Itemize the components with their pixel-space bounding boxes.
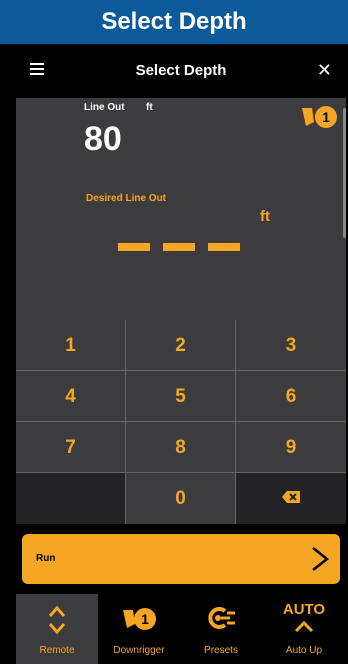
desired-line-out-label: Desired Line Out bbox=[86, 193, 167, 204]
tab-auto-up[interactable]: AUTO Auto Up bbox=[262, 594, 346, 664]
desired-line-out-unit: ft bbox=[260, 208, 270, 225]
up-down-chevron-icon bbox=[48, 605, 66, 635]
key-9[interactable]: 9 bbox=[236, 422, 346, 473]
bottom-tab-bar: Remote 1 Downrigger Presets AUTO Auto Up bbox=[16, 594, 346, 664]
key-5[interactable]: 5 bbox=[126, 371, 236, 422]
desired-digit-placeholder bbox=[118, 243, 150, 251]
numeric-keypad: 1 2 3 4 5 6 7 8 9 0 bbox=[16, 320, 346, 524]
key-8[interactable]: 8 bbox=[126, 422, 236, 473]
page-banner-title: Select Depth bbox=[0, 0, 348, 44]
nav-bar: Select Depth ✕ bbox=[16, 44, 346, 98]
downrigger-1-icon: 1 bbox=[123, 608, 156, 630]
close-icon[interactable]: ✕ bbox=[317, 58, 332, 82]
line-out-value: 80 bbox=[84, 120, 122, 158]
presets-icon bbox=[208, 607, 235, 629]
desired-digit-placeholder bbox=[208, 243, 240, 251]
run-label: Run bbox=[36, 553, 56, 564]
tab-label-presets: Presets bbox=[204, 645, 238, 656]
downrigger-badge-number: 1 bbox=[322, 109, 330, 125]
tab-downrigger-badge: 1 bbox=[141, 611, 149, 627]
key-0[interactable]: 0 bbox=[126, 473, 236, 524]
key-4[interactable]: 4 bbox=[16, 371, 126, 422]
bottom-area: Run Remote 1 Downrigger Presets AUTO Aut… bbox=[16, 524, 346, 664]
nav-title: Select Depth bbox=[135, 62, 227, 79]
tab-label-remote: Remote bbox=[39, 645, 75, 656]
backspace-button[interactable] bbox=[236, 473, 346, 524]
downrigger-1-icon: 1 bbox=[302, 106, 337, 128]
key-2[interactable]: 2 bbox=[126, 320, 236, 371]
key-blank bbox=[16, 473, 126, 524]
tab-remote[interactable]: Remote bbox=[16, 594, 98, 664]
line-out-label: Line Out bbox=[84, 102, 125, 113]
key-1[interactable]: 1 bbox=[16, 320, 126, 371]
auto-up-icon: AUTO bbox=[283, 601, 326, 633]
run-button[interactable]: Run bbox=[22, 534, 340, 584]
key-6[interactable]: 6 bbox=[236, 371, 346, 422]
tab-label-downrigger: Downrigger bbox=[113, 645, 165, 656]
auto-up-icon-text: AUTO bbox=[283, 601, 326, 618]
line-out-unit: ft bbox=[146, 102, 153, 113]
tab-presets[interactable]: Presets bbox=[180, 594, 262, 664]
backspace-icon bbox=[282, 491, 300, 504]
scroll-indicator[interactable] bbox=[343, 108, 346, 238]
desired-digit-placeholder bbox=[163, 243, 195, 251]
tab-downrigger[interactable]: 1 Downrigger bbox=[98, 594, 180, 664]
tab-label-auto-up: Auto Up bbox=[285, 645, 323, 656]
chevron-right-icon bbox=[312, 547, 330, 571]
key-3[interactable]: 3 bbox=[236, 320, 346, 371]
depth-display: Line Out ft 80 1 Desired Line Out ft bbox=[16, 98, 346, 320]
key-7[interactable]: 7 bbox=[16, 422, 126, 473]
